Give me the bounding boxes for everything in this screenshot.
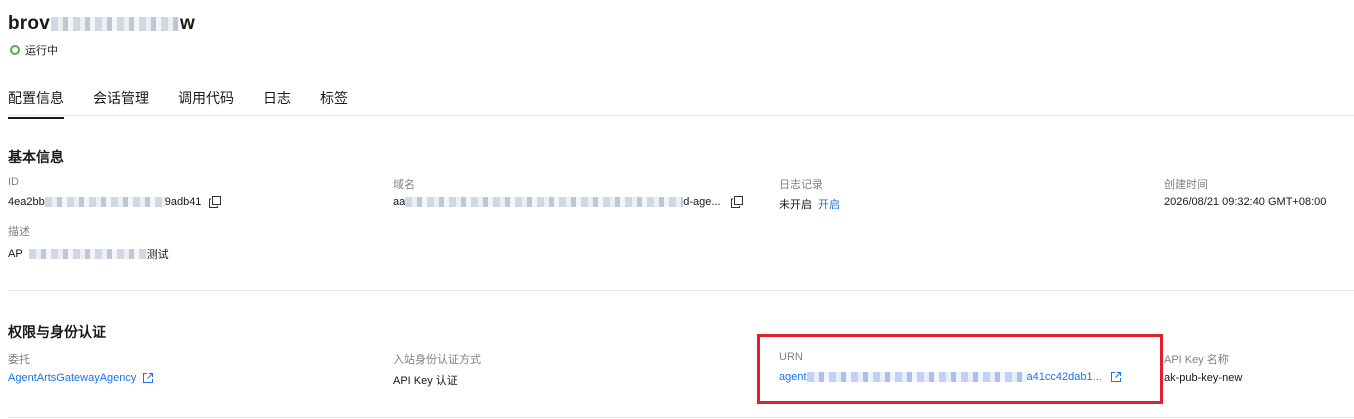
- delegate-link[interactable]: AgentArtsGatewayAgency: [8, 372, 136, 384]
- delegate-value: AgentArtsGatewayAgency: [8, 372, 154, 384]
- auth-title: 权限与身份认证: [8, 324, 106, 340]
- status-indicator: 运行中: [10, 42, 58, 58]
- urn-highlight-box: [757, 334, 1163, 404]
- created-label: 创建时间: [1164, 179, 1208, 191]
- redacted-title: [50, 16, 179, 31]
- status-text: 运行中: [25, 45, 58, 57]
- description-value: AP 测试: [8, 246, 169, 262]
- description-label: 描述: [8, 226, 30, 238]
- redacted-id: [44, 197, 165, 207]
- delegate-label: 委托: [8, 354, 30, 366]
- description-value-end: 测试: [146, 249, 169, 261]
- log-value: 未开启 开启: [779, 196, 840, 212]
- domain-label: 域名: [393, 179, 415, 191]
- status-running-icon: [10, 45, 20, 55]
- apikey-label: API Key 名称: [1164, 354, 1229, 366]
- created-value: 2026/08/21 09:32:40 GMT+08:00: [1164, 196, 1327, 208]
- basic-info-title: 基本信息: [8, 149, 64, 165]
- id-value-end: 9adb41: [164, 196, 202, 208]
- section-divider: [8, 290, 1354, 291]
- bottom-divider: [8, 417, 1354, 418]
- page-title: brov w: [8, 13, 195, 35]
- apikey-value: ak-pub-key-new: [1164, 372, 1243, 384]
- id-value: 4ea2bb 9adb41: [8, 196, 222, 208]
- log-label: 日志记录: [779, 179, 823, 191]
- domain-value-start: aa: [393, 196, 406, 208]
- id-value-start: 4ea2bb: [8, 196, 45, 208]
- copy-id-icon[interactable]: [209, 196, 222, 208]
- title-end: w: [179, 13, 195, 34]
- id-label: ID: [8, 176, 19, 188]
- domain-value-end: d-age...: [683, 196, 721, 208]
- inbound-auth-label: 入站身份认证方式: [393, 354, 481, 366]
- title-start: brov: [8, 13, 50, 34]
- redacted-domain: [405, 197, 684, 207]
- copy-domain-icon[interactable]: [730, 196, 743, 208]
- inbound-auth-value: API Key 认证: [393, 375, 458, 387]
- redacted-description: [28, 249, 147, 259]
- log-status: 未开启: [779, 199, 812, 211]
- enable-log-link[interactable]: 开启: [818, 196, 840, 212]
- external-link-icon[interactable]: [142, 372, 154, 384]
- description-value-start: AP: [8, 248, 23, 260]
- domain-value: aa d-age...: [393, 196, 743, 208]
- tab-divider: [8, 115, 1354, 116]
